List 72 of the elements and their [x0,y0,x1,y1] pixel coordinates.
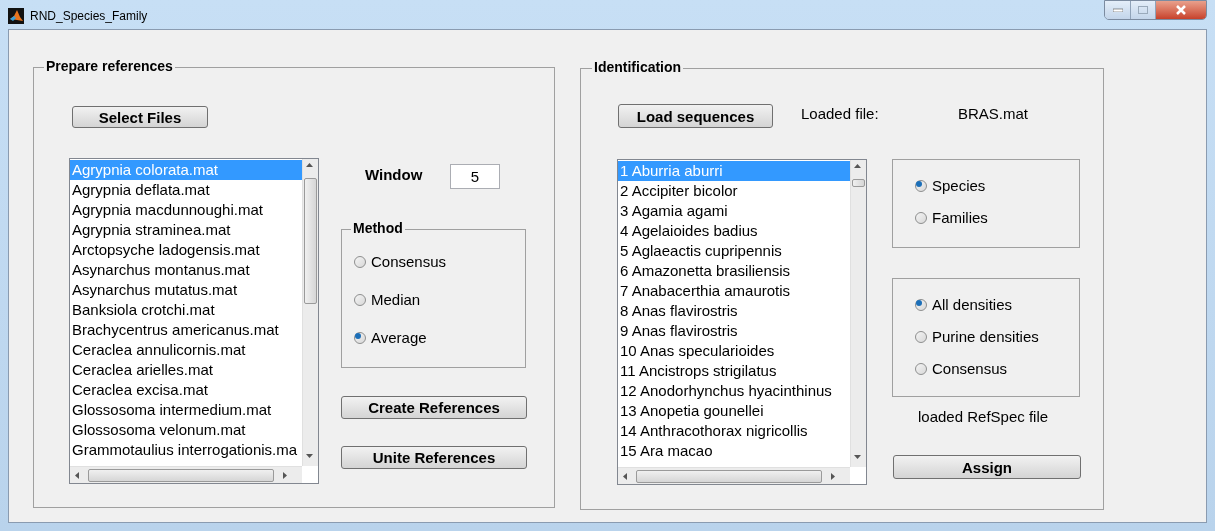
app-logo-icon [8,8,24,24]
list-item[interactable]: 14 Anthracothorax nigricollis [618,421,850,441]
list-item[interactable]: 15 Ara macao [618,441,850,461]
scroll-up-icon[interactable] [306,163,313,167]
horizontal-scrollbar[interactable] [70,466,302,483]
scrollbar-thumb[interactable] [304,178,317,304]
radio-label: Average [371,330,427,345]
list-item[interactable]: Grammotaulius interrogationis.ma [70,440,302,460]
list-item[interactable]: Brachycentrus americanus.mat [70,320,302,340]
group-title: Prepare references [44,59,175,73]
list-item[interactable]: Ceraclea excisa.mat [70,380,302,400]
scroll-left-icon[interactable] [75,471,79,479]
scroll-up-icon[interactable] [854,164,861,168]
list-item[interactable]: Glossosoma intermedium.mat [70,400,302,420]
list-item[interactable]: 7 Anabacerthia amaurotis [618,281,850,301]
list-item[interactable]: 12 Anodorhynchus hyacinthinus [618,381,850,401]
list-item[interactable]: 13 Anopetia gounellei [618,401,850,421]
horizontal-scrollbar[interactable] [618,467,850,484]
close-icon [1175,5,1187,15]
group-title: Method [351,221,405,235]
maximize-button[interactable] [1131,1,1156,19]
list-item[interactable]: 5 Aglaeactis cupripennis [618,241,850,261]
loaded-file-name: BRAS.mat [958,106,1029,121]
minimize-icon [1112,8,1123,12]
list-item[interactable]: 11 Ancistrops strigilatus [618,361,850,381]
assign-button[interactable]: Assign [893,455,1081,479]
list-item[interactable]: 3 Agamia agami [618,201,850,221]
radio-label: All densities [932,297,1013,312]
list-item[interactable]: Arctopsyche ladogensis.mat [70,240,302,260]
list-item[interactable]: Asynarchus mutatus.mat [70,280,302,300]
radio-label: Consensus [932,361,1008,376]
window-title: RND_Species_Family [30,10,148,22]
loaded-file-label: Loaded file: [801,106,879,121]
list-item[interactable]: 10 Anas specularioides [618,341,850,361]
scroll-down-icon[interactable] [854,455,861,459]
list-item[interactable]: 2 Accipiter bicolor [618,181,850,201]
list-item[interactable]: Asynarchus montanus.mat [70,260,302,280]
list-item[interactable]: Agrypnia macdunnoughi.mat [70,200,302,220]
minimize-button[interactable] [1105,1,1131,19]
list-item[interactable]: 6 Amazonetta brasiliensis [618,261,850,281]
scroll-left-icon[interactable] [623,472,627,480]
scrollbar-thumb[interactable] [88,468,274,482]
scroll-right-icon[interactable] [283,471,287,479]
maximize-icon [1138,6,1148,14]
scrollbar-thumb[interactable] [636,469,822,483]
vertical-scrollbar[interactable] [850,160,866,467]
scroll-down-icon[interactable] [306,454,313,458]
list-item[interactable]: Glossosoma velonum.mat [70,420,302,440]
list-item[interactable]: Agrypnia deflata.mat [70,180,302,200]
select-files-button[interactable]: Select Files [72,106,208,128]
group-title: Identification [592,60,684,74]
radio-label: Families [932,210,988,225]
radio-label: Median [371,292,421,307]
list-item[interactable]: 8 Anas flavirostris [618,301,850,321]
radio-label: Species [932,178,986,193]
window-label: Window [365,167,423,182]
list-item[interactable]: Banksiola crotchi.mat [70,300,302,320]
list-item[interactable]: Ceraclea annulicornis.mat [70,340,302,360]
scroll-right-icon[interactable] [831,472,835,480]
close-button[interactable] [1156,1,1206,19]
radio-label: Consensus [371,254,447,269]
window-input-field[interactable]: 5 [450,164,500,189]
load-sequences-button[interactable]: Load sequences [618,104,773,128]
create-references-button[interactable]: Create References [341,396,527,419]
list-item[interactable]: Ceraclea arielles.mat [70,360,302,380]
list-item[interactable]: 9 Anas flavirostris [618,321,850,341]
unite-references-button[interactable]: Unite References [341,446,527,469]
scrollbar-thumb[interactable] [852,179,865,187]
radio-label: Purine densities [932,329,1039,344]
list-item[interactable]: 4 Agelaioides badius [618,221,850,241]
refspec-status-text: loaded RefSpec file [918,409,1049,424]
list-item[interactable]: Agrypnia straminea.mat [70,220,302,240]
